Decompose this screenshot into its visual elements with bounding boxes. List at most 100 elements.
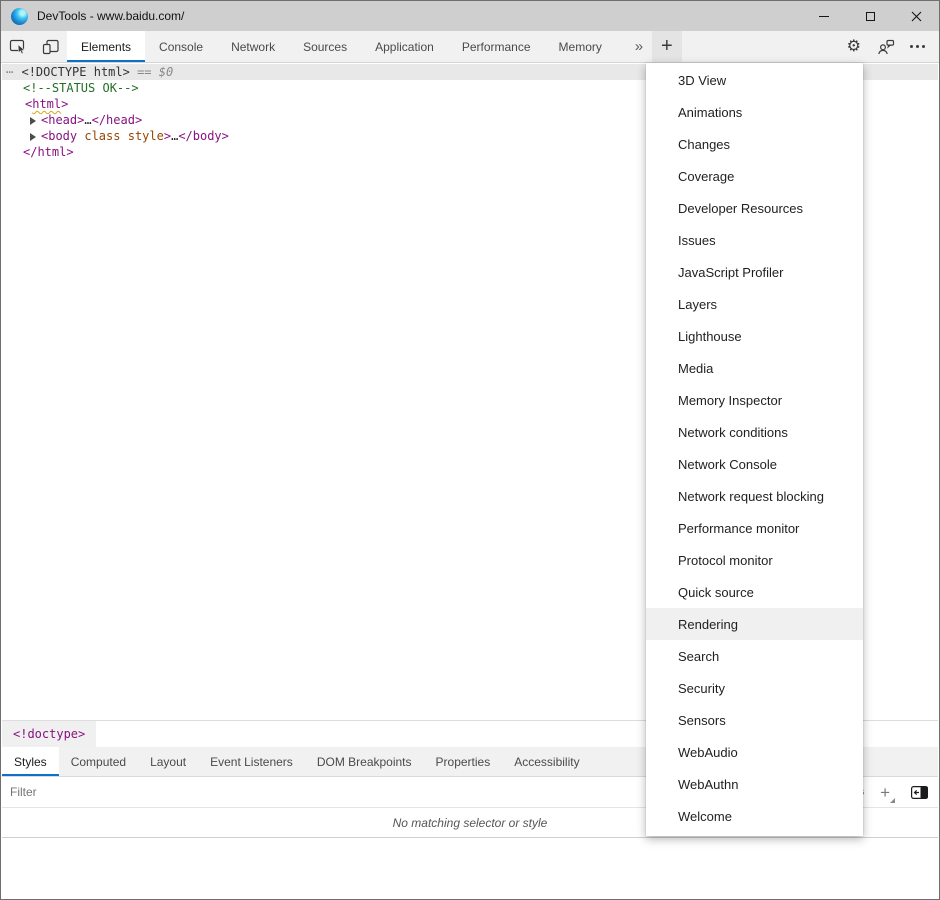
menu-item-javascript-profiler[interactable]: JavaScript Profiler <box>646 256 863 288</box>
body-open-tag: <body <box>41 129 84 143</box>
menu-item-webauthn[interactable]: WebAuthn <box>646 768 863 800</box>
menu-item-network-conditions[interactable]: Network conditions <box>646 416 863 448</box>
toggle-sidebar-icon[interactable] <box>911 786 928 799</box>
tab-application[interactable]: Application <box>361 31 448 62</box>
tab-memory[interactable]: Memory <box>545 31 616 62</box>
expand-triangle-icon[interactable] <box>30 117 36 125</box>
toolbar-right-icons: ⚙ <box>847 31 939 62</box>
more-tabs-button[interactable]: » <box>626 31 652 62</box>
menu-item-changes[interactable]: Changes <box>646 128 863 160</box>
tab-console[interactable]: Console <box>145 31 217 62</box>
inspect-element-button[interactable] <box>1 31 34 62</box>
tab-accessibility-label: Accessibility <box>514 755 579 769</box>
edge-logo-icon <box>11 8 28 25</box>
styles-filter-input[interactable] <box>10 785 310 799</box>
comment-text: <!--STATUS OK--> <box>23 81 139 95</box>
customize-menu-button[interactable] <box>910 45 925 48</box>
breadcrumb-item-doctype[interactable]: <!doctype> <box>2 721 96 747</box>
titlebar: DevTools - www.baidu.com/ <box>1 1 939 31</box>
menu-item-memory-inspector[interactable]: Memory Inspector <box>646 384 863 416</box>
tab-dom-breakpoints[interactable]: DOM Breakpoints <box>305 747 424 776</box>
double-chevron-icon: » <box>635 38 643 55</box>
plus-icon: + <box>880 783 890 802</box>
menu-item-issues[interactable]: Issues <box>646 224 863 256</box>
minimize-icon <box>819 16 829 17</box>
menu-item-lighthouse[interactable]: Lighthouse <box>646 320 863 352</box>
tab-layout-label: Layout <box>150 755 186 769</box>
tab-properties-label: Properties <box>436 755 491 769</box>
maximize-button[interactable] <box>847 1 893 31</box>
html-close-tag: </html> <box>23 145 74 159</box>
tab-computed-label: Computed <box>71 755 126 769</box>
menu-item-layers[interactable]: Layers <box>646 288 863 320</box>
inspect-cursor-icon <box>9 38 27 55</box>
tab-performance[interactable]: Performance <box>448 31 545 62</box>
tab-elements[interactable]: Elements <box>67 31 145 62</box>
menu-item-coverage[interactable]: Coverage <box>646 160 863 192</box>
menu-item-security[interactable]: Security <box>646 672 863 704</box>
more-tools-button[interactable]: + <box>652 31 682 62</box>
menu-item-rendering[interactable]: Rendering <box>646 608 863 640</box>
close-button[interactable] <box>893 1 939 31</box>
feedback-button[interactable] <box>876 39 895 55</box>
tab-accessibility[interactable]: Accessibility <box>502 747 591 776</box>
menu-item-webaudio[interactable]: WebAudio <box>646 736 863 768</box>
window-title: DevTools - www.baidu.com/ <box>37 9 184 23</box>
tab-performance-label: Performance <box>462 40 531 54</box>
tab-properties[interactable]: Properties <box>424 747 503 776</box>
tab-layout[interactable]: Layout <box>138 747 198 776</box>
more-tools-menu: 3D View Animations Changes Coverage Deve… <box>646 63 863 836</box>
styles-filter-controls: s + <box>858 784 928 801</box>
body-open-bracket-end: > <box>164 129 171 143</box>
tab-console-label: Console <box>159 40 203 54</box>
tab-dom-breakpoints-label: DOM Breakpoints <box>317 755 412 769</box>
settings-button[interactable]: ⚙ <box>847 38 861 56</box>
doctype-text: <!DOCTYPE html> <box>21 65 129 79</box>
html-tag-name: html <box>32 97 61 111</box>
tab-event-listeners-label: Event Listeners <box>210 755 293 769</box>
head-open-tag: <head> <box>41 113 84 127</box>
menu-item-protocol-monitor[interactable]: Protocol monitor <box>646 544 863 576</box>
tab-application-label: Application <box>375 40 434 54</box>
expand-triangle-icon[interactable] <box>30 133 36 141</box>
tab-memory-label: Memory <box>559 40 602 54</box>
new-style-rule-button[interactable]: + <box>880 784 895 801</box>
minimize-button[interactable] <box>801 1 847 31</box>
menu-item-network-request-blocking[interactable]: Network request blocking <box>646 480 863 512</box>
tab-sources-label: Sources <box>303 40 347 54</box>
devtools-toolbar: Elements Console Network Sources Applica… <box>1 31 939 63</box>
menu-item-3d-view[interactable]: 3D View <box>646 64 863 96</box>
feedback-icon <box>876 39 895 55</box>
menu-item-sensors[interactable]: Sensors <box>646 704 863 736</box>
plus-icon: + <box>661 35 673 58</box>
menu-item-welcome[interactable]: Welcome <box>646 800 863 832</box>
body-attr-style: style <box>128 129 164 143</box>
tab-elements-label: Elements <box>81 40 131 54</box>
html-close-bracket: > <box>61 97 68 111</box>
close-icon <box>911 11 922 22</box>
devtools-window: DevTools - www.baidu.com/ Elements <box>0 0 940 900</box>
menu-item-network-console[interactable]: Network Console <box>646 448 863 480</box>
menu-item-animations[interactable]: Animations <box>646 96 863 128</box>
node-menu-dots-icon[interactable]: ⋯ <box>6 65 14 79</box>
head-ellipsis: … <box>84 113 91 127</box>
head-close-tag: </head> <box>92 113 143 127</box>
tab-network-label: Network <box>231 40 275 54</box>
tab-sources[interactable]: Sources <box>289 31 361 62</box>
menu-item-quick-source[interactable]: Quick source <box>646 576 863 608</box>
body-attr-class: class <box>84 129 120 143</box>
menu-item-media[interactable]: Media <box>646 352 863 384</box>
device-emulation-button[interactable] <box>34 31 67 62</box>
breadcrumb-label: <!doctype> <box>13 727 85 741</box>
body-close-tag: </body> <box>178 129 229 143</box>
menu-item-search[interactable]: Search <box>646 640 863 672</box>
window-controls <box>801 1 939 31</box>
tab-computed[interactable]: Computed <box>59 747 138 776</box>
menu-item-performance-monitor[interactable]: Performance monitor <box>646 512 863 544</box>
tab-styles[interactable]: Styles <box>2 747 59 776</box>
tab-network[interactable]: Network <box>217 31 289 62</box>
tab-event-listeners[interactable]: Event Listeners <box>198 747 305 776</box>
device-toolbar-icon <box>42 38 60 55</box>
menu-item-developer-resources[interactable]: Developer Resources <box>646 192 863 224</box>
attr-space <box>120 129 127 143</box>
